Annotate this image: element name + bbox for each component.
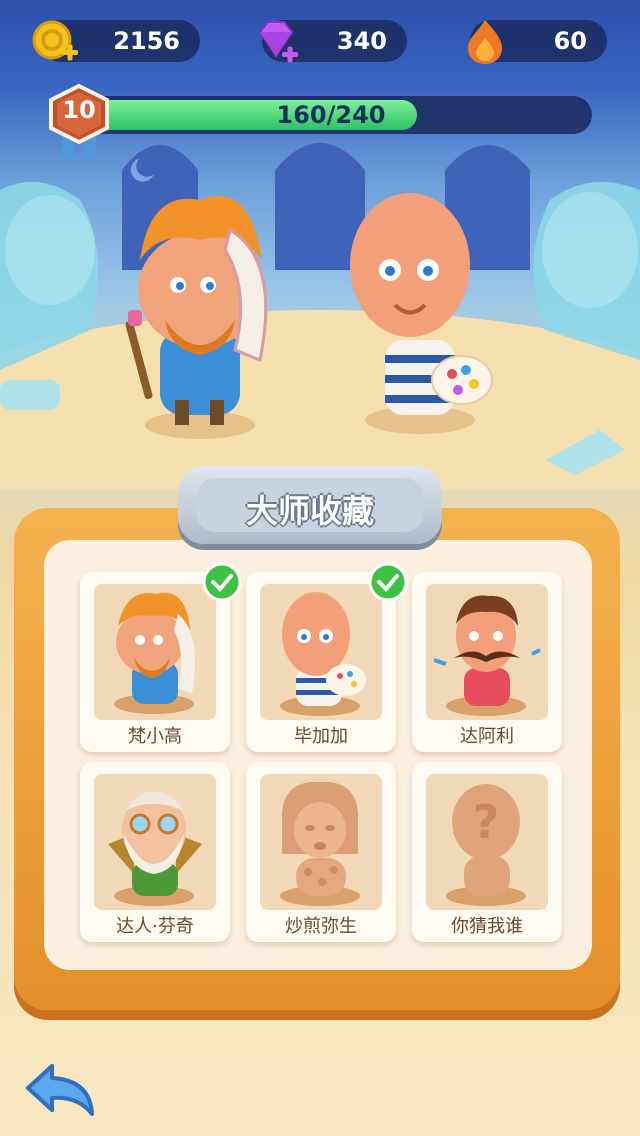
character-portrait	[260, 774, 382, 910]
character-portrait	[94, 774, 216, 910]
collection-card-kusama[interactable]: 炒煎弥生	[246, 762, 396, 942]
character-portrait	[260, 584, 382, 720]
level-progress-bar: 160/240	[70, 96, 592, 134]
gem-value: 340	[336, 27, 387, 55]
coin-counter[interactable]: 2156	[32, 20, 200, 62]
collection-card-dali[interactable]: 达阿利	[412, 572, 562, 752]
coin-plus-icon	[32, 20, 78, 61]
flame-icon	[468, 20, 502, 64]
da-vinci-portrait-icon	[108, 791, 202, 906]
character-portrait	[426, 584, 548, 720]
level-number: 10	[62, 96, 96, 124]
card-name: 达人·芬奇	[116, 916, 194, 937]
collection-card-van-gogh[interactable]: 梵小高	[80, 562, 242, 752]
coin-value: 2156	[113, 27, 180, 55]
character-portrait	[94, 584, 216, 720]
collection-card-picasso[interactable]: 毕加加	[246, 562, 408, 752]
van-gogh-portrait-icon	[114, 592, 195, 714]
fire-counter[interactable]: 60	[468, 20, 607, 64]
back-arrow-icon[interactable]	[22, 1060, 102, 1120]
mystery-silhouette-icon: ?	[446, 784, 526, 906]
gem-counter[interactable]: 340	[258, 20, 407, 63]
collection-card-da-vinci[interactable]: 达人·芬奇	[80, 762, 230, 942]
question-mark-icon: ?	[473, 795, 500, 849]
picasso-portrait-icon	[280, 592, 366, 716]
panel-title: 大师收藏	[245, 492, 374, 530]
card-name: 你猜我谁	[451, 916, 523, 937]
card-name: 梵小高	[128, 726, 182, 747]
card-name: 达阿利	[460, 726, 514, 747]
check-icon	[202, 562, 242, 602]
collection-card-mystery[interactable]: ? 你猜我谁	[412, 762, 562, 942]
gem-plus-icon	[258, 21, 298, 63]
level-progress-text: 160/240	[276, 101, 386, 129]
card-name: 炒煎弥生	[285, 916, 357, 937]
dali-portrait-icon	[433, 595, 541, 716]
check-icon	[368, 562, 408, 602]
kusama-silhouette-icon	[280, 781, 360, 906]
character-portrait: ?	[426, 774, 548, 910]
fire-value: 60	[553, 27, 587, 55]
card-name: 毕加加	[294, 726, 348, 747]
gallery-scene	[0, 143, 640, 490]
